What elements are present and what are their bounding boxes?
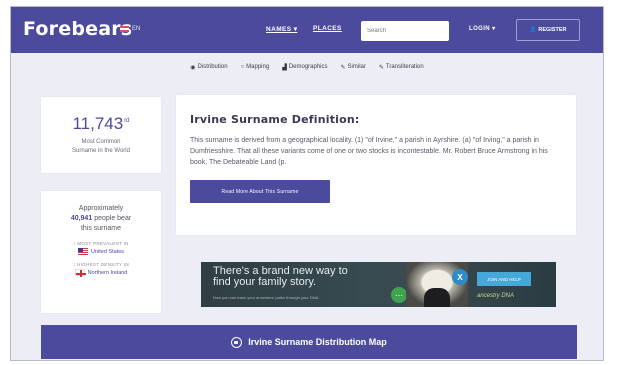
location-icon: ◉ <box>190 64 196 71</box>
tab-demographics[interactable]: ▟ Demographics <box>282 64 327 71</box>
user-plus-icon: 👤 <box>529 27 537 33</box>
close-ad-icon[interactable]: X <box>452 269 468 285</box>
tab-mapping[interactable]: ○ Mapping <box>241 64 270 70</box>
rank-suffix: rd <box>124 118 130 125</box>
definition-card: Irvine Surname Definition: This surname … <box>176 95 576 235</box>
pencil-icon: ✎ <box>340 64 346 71</box>
nav-places-link[interactable]: PLACES <box>313 25 342 32</box>
us-flag-icon <box>77 248 88 255</box>
tab-label: Similar <box>347 64 366 70</box>
read-more-button[interactable]: Read More About This Surname <box>190 180 330 203</box>
globe-icon <box>231 336 243 348</box>
bearers-count: 40,941 <box>70 215 93 222</box>
top-header: Forebears EN NAMES ▾ PLACES LOGIN ▾ 👤 RE… <box>11 7 603 53</box>
distribution-map-banner[interactable]: Irvine Surname Distribution Map <box>41 325 577 359</box>
ad-cta-button[interactable]: JOIN AND HELP <box>477 272 531 286</box>
search-input[interactable] <box>361 21 449 41</box>
bearers-card: Approximately 40,941 people bear this su… <box>41 191 161 313</box>
register-button[interactable]: 👤 REGISTER <box>516 19 580 41</box>
definition-text: This surname is derived from a geographi… <box>190 137 548 166</box>
translate-icon: ✎ <box>378 64 384 71</box>
surname-subnav: ◉ Distribution ○ Mapping ▟ Demographics … <box>11 53 603 81</box>
definition-title: Irvine Surname Definition: <box>190 113 360 126</box>
site-logo[interactable]: Forebears <box>23 18 132 40</box>
tab-label: Distribution <box>197 64 228 70</box>
bar-chart-icon: ▟ <box>282 64 287 71</box>
share-icon: ⋯ <box>391 287 407 303</box>
language-label: EN <box>132 26 141 32</box>
tab-label: Mapping <box>246 64 270 70</box>
map-banner-label: Irvine Surname Distribution Map <box>248 337 387 347</box>
globe-icon: ○ <box>240 64 245 70</box>
most-prevalent-label: ↕ MOST PREVALENT IN <box>73 241 129 246</box>
ad-headline-2: find your family story. <box>213 276 317 288</box>
nav-names-link[interactable]: NAMES ▾ <box>266 25 297 33</box>
rank-caption: Most Common Surname in the World <box>72 139 130 154</box>
highest-density-label: ↕ HIGHEST DENSITY IN <box>73 262 129 267</box>
ad-subtext: Now you can trace your ancestors' paths … <box>213 295 320 300</box>
language-selector[interactable]: EN <box>120 26 140 32</box>
bearers-prefix: Approximately <box>78 205 124 212</box>
register-label: REGISTER <box>538 27 567 33</box>
tab-distribution[interactable]: ◉ Distribution <box>190 64 227 71</box>
northern-ireland-flag-icon <box>74 269 86 277</box>
tab-transliteration[interactable]: ✎ Transliteration <box>379 64 424 71</box>
most-prevalent-country[interactable]: United States <box>41 248 161 255</box>
tab-label: Demographics <box>288 64 328 70</box>
browser-frame: Forebears EN NAMES ▾ PLACES LOGIN ▾ 👤 RE… <box>10 6 604 361</box>
bearers-suffix: this surname <box>80 225 122 232</box>
highest-density-country[interactable]: Northern Ireland <box>41 269 161 277</box>
login-menu[interactable]: LOGIN ▾ <box>469 25 495 32</box>
tab-label: Transliteration <box>385 64 424 70</box>
tab-similar[interactable]: ✎ Similar <box>341 64 366 71</box>
ancestry-logo: ancestry DNA <box>477 293 515 299</box>
ancestry-ad-banner[interactable]: There's a brand new way to find your fam… <box>201 262 556 307</box>
rank-value: 11,743rd <box>72 114 130 133</box>
bearers-count-line: 40,941 people bear <box>70 215 132 222</box>
rank-card: 11,743rd Most Common Surname in the Worl… <box>41 97 161 173</box>
uk-flag-icon <box>120 26 129 32</box>
